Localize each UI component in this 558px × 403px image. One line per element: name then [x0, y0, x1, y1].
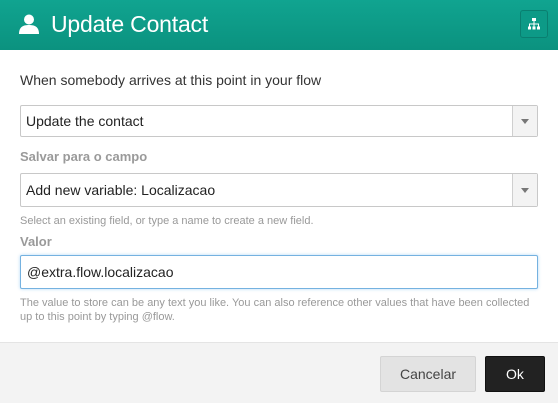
- action-select-arrow[interactable]: [512, 106, 537, 136]
- value-input[interactable]: @extra.flow.localizacao: [20, 255, 538, 289]
- user-icon: [18, 13, 40, 35]
- field-label: Salvar para o campo: [20, 149, 148, 164]
- update-contact-dialog: Update Contact When somebody arrives at …: [0, 0, 558, 403]
- action-select-value: Update the contact: [26, 113, 144, 129]
- value-input-text: @extra.flow.localizacao: [27, 264, 174, 280]
- dialog-footer: Cancelar Ok: [0, 342, 558, 403]
- field-select[interactable]: Add new variable: Localizacao: [20, 173, 538, 207]
- dialog-body: When somebody arrives at this point in y…: [0, 50, 558, 342]
- ok-button[interactable]: Ok: [485, 356, 545, 392]
- field-select-value: Add new variable: Localizacao: [26, 182, 216, 198]
- cancel-button[interactable]: Cancelar: [380, 356, 476, 392]
- value-help-text: The value to store can be any text you l…: [20, 297, 530, 323]
- sitemap-icon: [528, 18, 540, 30]
- intro-text: When somebody arrives at this point in y…: [20, 72, 322, 88]
- value-label: Valor: [20, 234, 52, 249]
- field-select-arrow[interactable]: [512, 174, 537, 206]
- caret-down-icon: [521, 188, 529, 193]
- dialog-header: Update Contact: [0, 0, 558, 50]
- action-select[interactable]: Update the contact: [20, 105, 538, 137]
- flow-structure-button[interactable]: [520, 10, 548, 38]
- dialog-title: Update Contact: [51, 11, 209, 37]
- field-help-text: Select an existing field, or type a name…: [20, 215, 314, 227]
- caret-down-icon: [521, 119, 529, 124]
